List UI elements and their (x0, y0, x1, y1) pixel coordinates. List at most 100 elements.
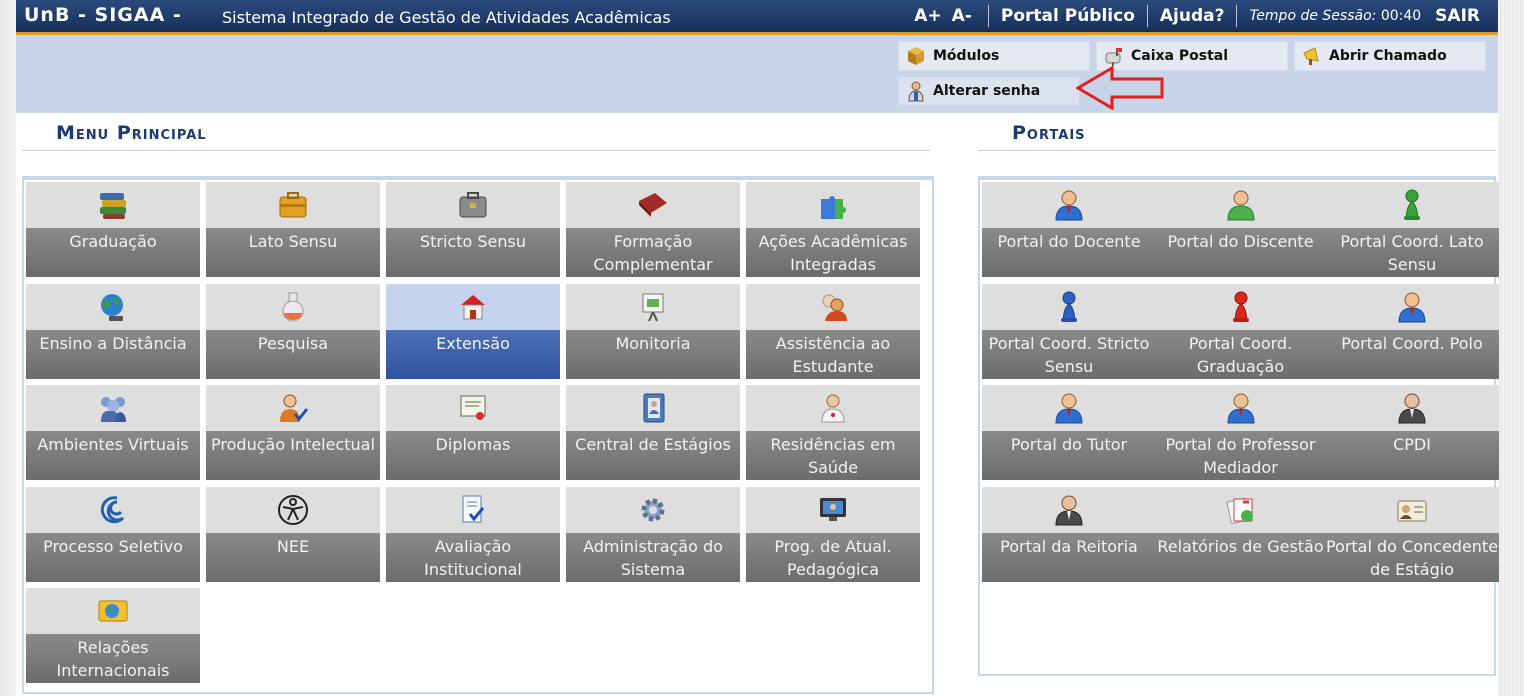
contact-book-icon (635, 390, 671, 426)
monitor-icon (815, 492, 851, 528)
tile-icon-area (982, 385, 1156, 431)
pawn-blue-icon (1051, 289, 1087, 325)
tile-graduacao[interactable]: Graduação (26, 182, 200, 277)
session-timer: Tempo de Sessão: 00:40 (1249, 8, 1421, 24)
mailbox-icon (1103, 45, 1125, 67)
tile-portal-do-concedente-de-estagio[interactable]: Portal do Concedente de Estágio (1325, 486, 1499, 582)
tile-label: Formação Complementar (593, 232, 713, 274)
tile-lato-sensu[interactable]: Lato Sensu (206, 182, 380, 277)
user-blue-icon (1051, 390, 1087, 426)
menu-principal-panel: Graduação Lato Sensu Stricto Sensu Formação… (22, 176, 934, 694)
user-suit-icon (1051, 492, 1087, 528)
tile-diplomas[interactable]: Diplomas (386, 385, 560, 480)
tile-icon-area (386, 182, 560, 228)
tile-label: Stricto Sensu (419, 232, 526, 251)
session-label: Tempo de Sessão: (1249, 8, 1377, 24)
tile-icon-area (206, 182, 380, 228)
tile-label: Portal Coord. Lato Sensu (1340, 232, 1484, 274)
swirl-logo-icon (95, 492, 131, 528)
tile-icon-area (26, 588, 200, 634)
tile-relacoes-internacionais[interactable]: Relações Internacionais (26, 588, 200, 683)
tile-administracao-do-sistema[interactable]: Administração do Sistema (566, 486, 740, 582)
tile-icon-area (386, 486, 560, 533)
pawn-green-icon (1394, 187, 1430, 223)
tile-extensao[interactable]: Extensão (386, 283, 560, 379)
tile-portal-coord-stricto-sensu[interactable]: Portal Coord. Stricto Sensu (982, 283, 1156, 379)
tile-icon-area (1153, 182, 1328, 228)
tile-assistencia-ao-estudante[interactable]: Assistência ao Estudante (746, 283, 920, 379)
portal-publico-link[interactable]: Portal Público (1001, 6, 1135, 26)
tile-label: Graduação (69, 232, 157, 251)
tile-relatorios-de-gestao[interactable]: Relatórios de Gestão (1153, 486, 1328, 582)
tile-portal-coord-polo[interactable]: Portal Coord. Polo (1325, 283, 1499, 379)
tile-processo-seletivo[interactable]: Processo Seletivo (26, 486, 200, 582)
tile-icon-area (26, 182, 200, 228)
tile-icon-area (982, 283, 1156, 330)
tile-avaliacao-institucional[interactable]: Avaliação Institucional (386, 486, 560, 582)
tile-central-de-estagios[interactable]: Central de Estágios (566, 385, 740, 480)
page: UnB - SIGAA - Sistema Integrado de Gestã… (16, 0, 1499, 696)
tile-portal-coord-lato-sensu[interactable]: Portal Coord. Lato Sensu (1325, 182, 1499, 277)
font-decrease-button[interactable]: A- (952, 6, 972, 26)
font-increase-button[interactable]: A+ (914, 6, 941, 26)
user-suit-icon (1394, 390, 1430, 426)
tile-icon-area (566, 283, 740, 330)
divider (22, 150, 930, 151)
tile-portal-da-reitoria[interactable]: Portal da Reitoria (982, 486, 1156, 582)
tile-pesquisa[interactable]: Pesquisa (206, 283, 380, 379)
tile-ensino-a-distancia[interactable]: Ensino a Distância (26, 283, 200, 379)
tile-portal-do-discente[interactable]: Portal do Discente (1153, 182, 1328, 277)
tile-label: Lato Sensu (248, 232, 338, 251)
books-icon (95, 187, 131, 223)
header-bar: UnB - SIGAA - Sistema Integrado de Gestã… (16, 0, 1498, 35)
logout-button[interactable]: SAIR (1435, 6, 1480, 26)
tile-label: Ensino a Distância (39, 333, 187, 353)
tile-icon-area (982, 182, 1156, 228)
reports-icon (1223, 492, 1259, 528)
abrir-chamado-button[interactable]: Abrir Chamado (1294, 41, 1486, 71)
tile-cpdi[interactable]: CPDI (1325, 385, 1499, 480)
tile-icon-area (1153, 283, 1328, 330)
tile-label: Diplomas (435, 435, 511, 454)
accessibility-icon (275, 492, 311, 528)
tile-label: Portal do Concedente de Estágio (1325, 536, 1499, 579)
page-right-margin (1498, 0, 1524, 696)
modulos-button[interactable]: Módulos (898, 41, 1090, 71)
tile-producao-intelectual[interactable]: Produção Intelectual (206, 385, 380, 480)
tile-label: NEE (276, 536, 310, 556)
divider (1146, 5, 1148, 27)
user-blue-icon (1051, 187, 1087, 223)
tile-portal-do-docente[interactable]: Portal do Docente (982, 182, 1156, 277)
tile-nee[interactable]: NEE (206, 486, 380, 582)
ajuda-link[interactable]: Ajuda? (1160, 6, 1225, 26)
page-left-margin (0, 0, 16, 696)
tile-portal-do-tutor[interactable]: Portal do Tutor (982, 385, 1156, 480)
tile-ambientes-virtuais[interactable]: Ambientes Virtuais (26, 385, 200, 480)
user-blue-icon (1223, 390, 1259, 426)
caixa-postal-label: Caixa Postal (1131, 48, 1229, 64)
user-blue-icon (1394, 289, 1430, 325)
tile-monitoria[interactable]: Monitoria (566, 283, 740, 379)
tile-label: Assistência ao Estudante (775, 333, 891, 376)
gears-icon (635, 492, 671, 528)
puzzle-icon (815, 187, 851, 223)
tile-label: Pesquisa (257, 333, 329, 353)
tile-stricto-sensu[interactable]: Stricto Sensu (386, 182, 560, 277)
tile-icon-area (26, 486, 200, 533)
tile-icon-area (746, 486, 920, 533)
tile-acoes-academicas-integradas[interactable]: Ações Acadêmicas Integradas (746, 182, 920, 277)
tile-icon-area (206, 283, 380, 330)
tile-residencias-em-saude[interactable]: Residências em Saúde (746, 385, 920, 480)
tile-prog-de-atual-pedagogica[interactable]: Prog. de Atual. Pedagógica (746, 486, 920, 582)
tile-portal-do-professor-mediador[interactable]: Portal do Professor Mediador (1153, 385, 1328, 480)
alterar-senha-button[interactable]: Alterar senha (898, 76, 1080, 106)
tile-icon-area (746, 385, 920, 431)
tile-label: Produção Intelectual (211, 435, 375, 454)
tile-portal-coord-graduacao[interactable]: Portal Coord. Graduação (1153, 283, 1328, 379)
tile-formacao-complementar[interactable]: Formação Complementar (566, 182, 740, 277)
toolbar: Módulos Caixa Postal Abrir Chamado Alter… (16, 35, 1498, 113)
alterar-senha-label: Alterar senha (933, 83, 1041, 99)
house-icon (455, 289, 491, 325)
annotation-arrow (1076, 66, 1164, 110)
system-name: Sistema Integrado de Gestão de Atividade… (222, 8, 671, 27)
